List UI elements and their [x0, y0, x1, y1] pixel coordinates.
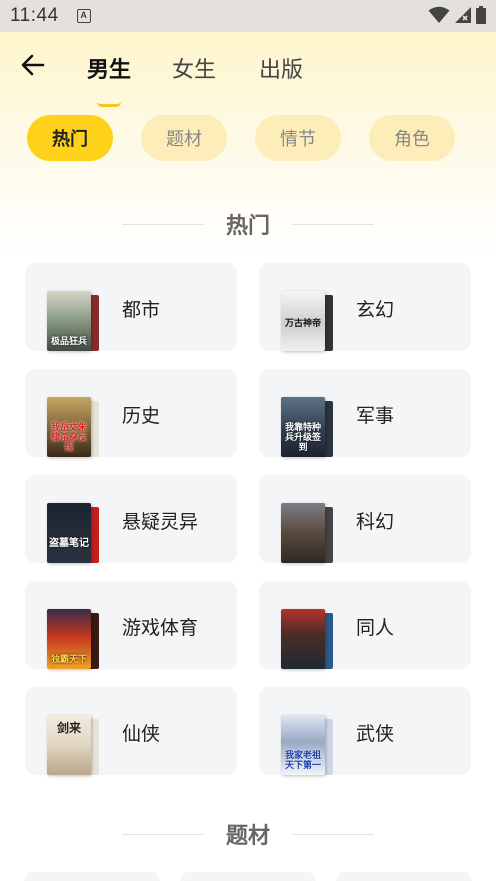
category-card-urban[interactable]: 极品狂兵 都市	[25, 263, 237, 351]
active-tab-indicator	[97, 102, 121, 107]
filter-chips: 热门 题材 情节 角色	[0, 115, 496, 161]
category-label: 同人	[356, 617, 395, 639]
book-cover	[281, 503, 333, 563]
category-card-games-sports[interactable]: 独霸天下 游戏体育	[25, 581, 237, 669]
tab-publishing[interactable]: 出版	[259, 52, 303, 84]
category-card-wuxia[interactable]: 我家老祖天下第一 武侠	[259, 687, 471, 775]
category-label: 武侠	[356, 723, 395, 745]
divider	[121, 833, 204, 835]
back-arrow-icon[interactable]	[20, 52, 46, 78]
category-label: 历史	[122, 405, 161, 427]
topic-tiles-row	[0, 872, 496, 881]
top-nav: 男生 女生 出版	[0, 32, 496, 107]
category-card-history[interactable]: 我岳丈朱棣杀穿反叛 历史	[25, 369, 237, 457]
book-cover: 我靠特种兵升级签到	[281, 397, 333, 457]
divider	[292, 223, 374, 225]
category-label: 游戏体育	[122, 617, 199, 639]
book-cover: 盗墓笔记	[47, 503, 99, 563]
section-hot-header: 热门	[0, 204, 496, 244]
section-topic-title: 题材	[225, 824, 270, 849]
wifi-icon	[428, 6, 450, 23]
category-label: 科幻	[356, 511, 395, 533]
category-label: 悬疑灵异	[122, 511, 199, 533]
section-hot-title: 热门	[225, 214, 270, 239]
category-card-xianxia[interactable]: 剑来 仙侠	[25, 687, 237, 775]
topic-tile[interactable]	[180, 872, 316, 881]
topic-tile[interactable]	[336, 872, 472, 881]
battery-icon	[476, 6, 486, 24]
book-cover	[281, 609, 333, 669]
book-cover: 极品狂兵	[47, 291, 99, 351]
signal-icon	[455, 7, 471, 23]
book-cover: 剑来	[47, 715, 99, 775]
category-card-mystery[interactable]: 盗墓笔记 悬疑灵异	[25, 475, 237, 563]
status-bar: 11:44 A	[0, 0, 496, 32]
category-label: 仙侠	[122, 723, 161, 745]
book-cover: 独霸天下	[47, 609, 99, 669]
category-card-fantasy[interactable]: 万古神帝 玄幻	[259, 263, 471, 351]
book-cover: 我岳丈朱棣杀穿反叛	[47, 397, 99, 457]
category-label: 都市	[122, 299, 161, 321]
divider	[292, 833, 374, 835]
status-icons	[428, 6, 486, 24]
status-time: 11:44	[10, 5, 59, 26]
book-cover: 我家老祖天下第一	[281, 715, 333, 775]
chip-role[interactable]: 角色	[369, 115, 455, 161]
topic-tile[interactable]	[24, 872, 160, 881]
chip-topic[interactable]: 题材	[141, 115, 227, 161]
category-card-military[interactable]: 我靠特种兵升级签到 军事	[259, 369, 471, 457]
chip-hot[interactable]: 热门	[27, 115, 113, 161]
tab-female[interactable]: 女生	[172, 52, 216, 84]
section-topic-header: 题材	[0, 814, 496, 854]
chip-plot[interactable]: 情节	[255, 115, 341, 161]
category-label: 军事	[356, 405, 395, 427]
category-label: 玄幻	[356, 299, 395, 321]
notification-icon: A	[76, 9, 91, 23]
tab-male[interactable]: 男生	[87, 52, 131, 84]
divider	[121, 223, 204, 225]
category-card-fanfiction[interactable]: 同人	[259, 581, 471, 669]
book-cover: 万古神帝	[281, 291, 333, 351]
category-card-scifi[interactable]: 科幻	[259, 475, 471, 563]
